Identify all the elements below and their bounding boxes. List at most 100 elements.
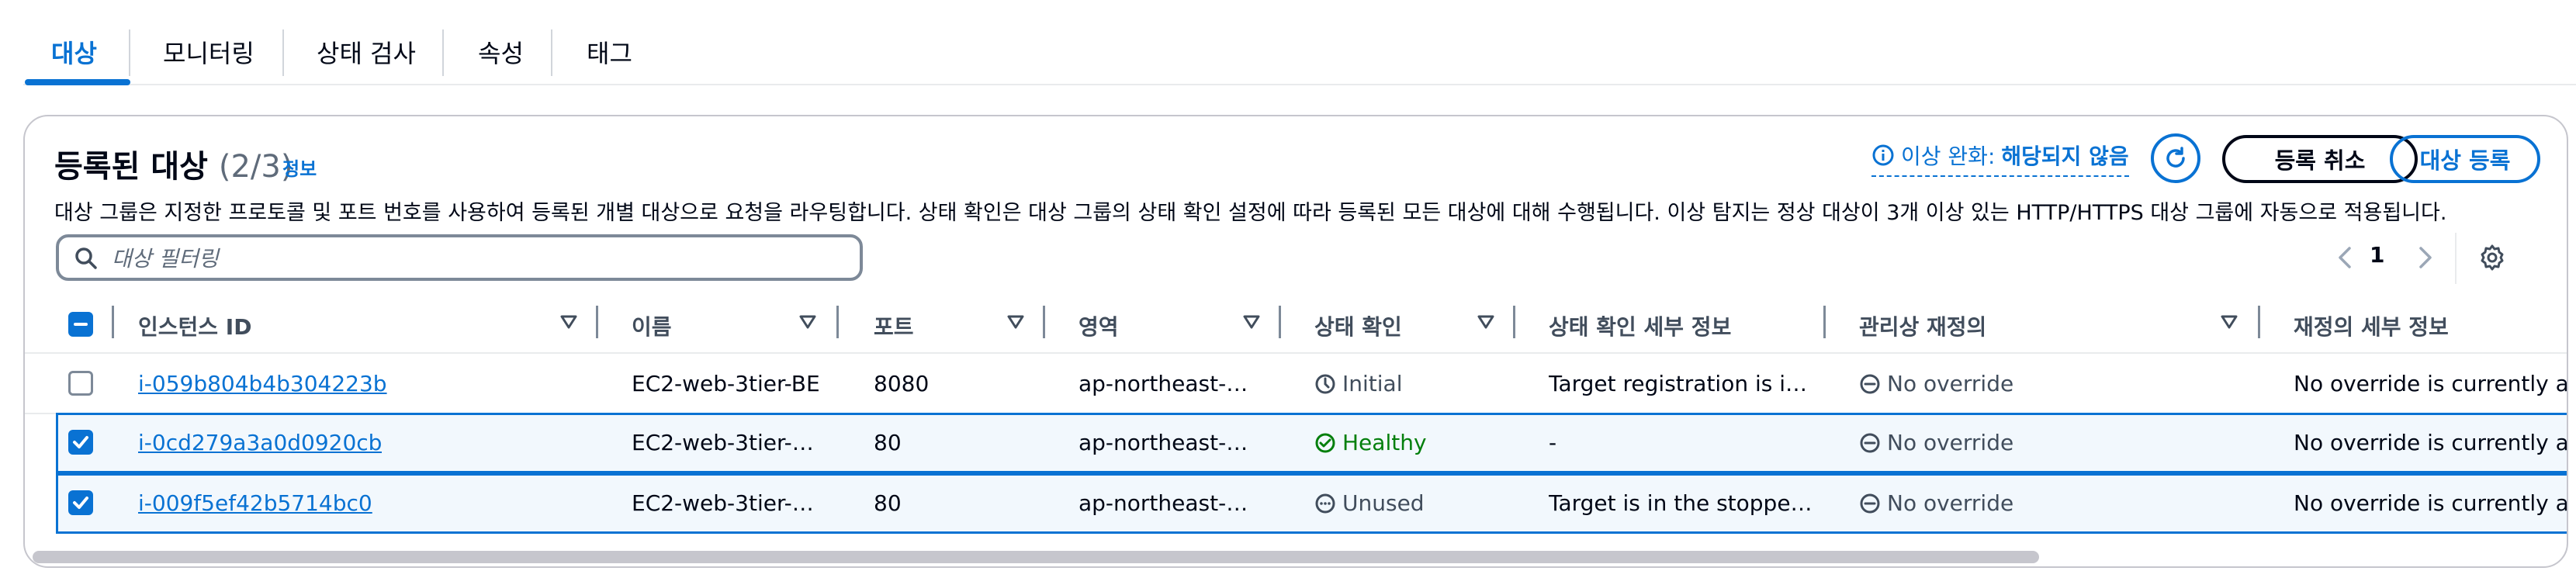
admin-override: No override bbox=[1859, 490, 2013, 516]
column-divider bbox=[1823, 306, 1826, 338]
check-icon bbox=[73, 436, 88, 448]
column-divider bbox=[1279, 306, 1281, 338]
column-divider bbox=[2258, 306, 2260, 338]
select-all-checkbox[interactable] bbox=[68, 312, 93, 337]
sort-icon[interactable] bbox=[799, 313, 816, 330]
admin-override-text: No override bbox=[1887, 490, 2014, 516]
sort-icon[interactable] bbox=[560, 313, 577, 330]
target-name: EC2-web-3tier-… bbox=[632, 430, 814, 455]
health-detail: Target registration is i… bbox=[1549, 371, 1808, 396]
panel-title: 등록된 대상 (2/3) bbox=[54, 141, 293, 186]
sort-icon[interactable] bbox=[1243, 313, 1260, 330]
column-divider bbox=[112, 306, 114, 338]
registered-targets-panel: 등록된 대상 (2/3) 정보 대상 그룹은 지정한 프로토콜 및 포트 번호를… bbox=[23, 115, 2568, 568]
target-zone: ap-northeast-… bbox=[1079, 371, 1248, 396]
override-detail: No override is currently ac bbox=[2294, 490, 2568, 516]
anomaly-label: 이상 완화: bbox=[1901, 144, 1996, 169]
health-detail: Target is in the stoppe… bbox=[1549, 490, 1813, 516]
health-status: Unused bbox=[1314, 490, 1425, 516]
table-row[interactable]: i-009f5ef42b5714bc0 EC2-web-3tier-… 80 a… bbox=[56, 473, 2567, 534]
active-tab-indicator bbox=[25, 79, 130, 85]
health-status-text: Unused bbox=[1342, 490, 1425, 516]
health-status: Healthy bbox=[1314, 430, 1427, 455]
row-checkbox[interactable] bbox=[68, 430, 93, 455]
sort-icon[interactable] bbox=[1477, 313, 1494, 330]
register-targets-button[interactable]: 대상 등록 bbox=[2390, 135, 2540, 183]
target-port: 80 bbox=[874, 490, 902, 516]
tab-health-checks[interactable]: 상태 검사 bbox=[317, 34, 416, 70]
column-header-instance-id[interactable]: 인스턴스 ID bbox=[138, 310, 251, 341]
table-header: 인스턴스 ID 이름 포트 영역 상태 확인 상태 확인 세부 정보 관리상 재… bbox=[25, 293, 2567, 354]
tab-bar-divider bbox=[23, 84, 2576, 85]
minus-circle-icon bbox=[1860, 374, 1880, 393]
health-detail: - bbox=[1549, 430, 1557, 455]
tab-monitoring[interactable]: 모니터링 bbox=[163, 34, 254, 70]
sort-icon[interactable] bbox=[1007, 313, 1024, 330]
instance-id-link[interactable]: i-0cd279a3a0d0920cb bbox=[138, 430, 382, 455]
check-icon bbox=[73, 497, 88, 509]
tab-targets[interactable]: 대상 bbox=[51, 34, 97, 70]
target-zone: ap-northeast-… bbox=[1079, 430, 1248, 455]
tab-bar: 대상 모니터링 상태 검사 속성 태그 bbox=[23, 0, 2576, 87]
ellipsis-circle-icon bbox=[1315, 493, 1335, 513]
previous-page-button[interactable] bbox=[2337, 241, 2353, 275]
refresh-icon bbox=[2166, 147, 2185, 168]
horizontal-scrollbar[interactable] bbox=[33, 551, 2039, 563]
table-row[interactable]: i-059b804b4b304223b EC2-web-3tier-BE 808… bbox=[25, 354, 2567, 414]
chevron-left-icon bbox=[2339, 247, 2351, 268]
column-header-port[interactable]: 포트 bbox=[874, 310, 914, 341]
target-name: EC2-web-3tier-… bbox=[632, 490, 814, 516]
filter-search-box[interactable] bbox=[56, 234, 863, 281]
admin-override: No override bbox=[1859, 430, 2013, 455]
health-status: Initial bbox=[1314, 371, 1402, 396]
column-divider bbox=[1043, 306, 1045, 338]
gear-icon bbox=[2481, 244, 2504, 271]
tab-attributes[interactable]: 속성 bbox=[478, 34, 524, 70]
panel-title-text: 등록된 대상 bbox=[54, 149, 208, 185]
column-header-zone[interactable]: 영역 bbox=[1079, 310, 1119, 341]
panel-description: 대상 그룹은 지정한 프로토콜 및 포트 번호를 사용하여 등록된 개별 대상으… bbox=[54, 201, 2447, 225]
pager-divider bbox=[2455, 233, 2457, 284]
health-status-text: Initial bbox=[1342, 371, 1403, 396]
tab-separator bbox=[551, 29, 552, 76]
override-detail: No override is currently ac bbox=[2294, 371, 2568, 396]
target-port: 80 bbox=[874, 430, 902, 455]
table-settings-button[interactable] bbox=[2478, 244, 2506, 275]
column-header-name[interactable]: 이름 bbox=[632, 310, 672, 341]
admin-override-text: No override bbox=[1887, 371, 2014, 396]
next-page-button[interactable] bbox=[2418, 241, 2433, 275]
column-divider bbox=[1513, 306, 1515, 338]
clock-icon bbox=[1315, 374, 1335, 393]
row-checkbox[interactable] bbox=[68, 490, 93, 515]
row-checkbox[interactable] bbox=[68, 371, 93, 396]
column-divider bbox=[596, 306, 598, 338]
chevron-right-icon bbox=[2419, 247, 2432, 268]
instance-id-link[interactable]: i-009f5ef42b5714bc0 bbox=[138, 490, 372, 516]
current-page-number[interactable]: 1 bbox=[2370, 242, 2384, 268]
sort-icon[interactable] bbox=[2221, 313, 2238, 330]
tab-tags[interactable]: 태그 bbox=[587, 34, 632, 70]
admin-override-text: No override bbox=[1887, 430, 2014, 455]
tab-separator bbox=[282, 29, 284, 76]
column-header-health-details[interactable]: 상태 확인 세부 정보 bbox=[1549, 310, 1731, 341]
tab-separator bbox=[129, 29, 130, 76]
anomaly-mitigation-link[interactable]: 이상 완화: 해당되지 않음 bbox=[1871, 138, 2129, 177]
health-status-text: Healthy bbox=[1342, 430, 1427, 455]
column-header-override-details[interactable]: 재정의 세부 정보 bbox=[2294, 310, 2449, 341]
minus-circle-icon bbox=[1860, 433, 1880, 452]
target-name: EC2-web-3tier-BE bbox=[632, 371, 820, 396]
instance-id-link[interactable]: i-059b804b4b304223b bbox=[138, 371, 387, 396]
search-icon bbox=[75, 247, 97, 269]
column-header-health-status[interactable]: 상태 확인 bbox=[1314, 310, 1402, 341]
info-link[interactable]: 정보 bbox=[282, 154, 317, 181]
column-header-admin-override[interactable]: 관리상 재정의 bbox=[1859, 310, 1986, 341]
deregister-button[interactable]: 등록 취소 bbox=[2222, 135, 2418, 183]
table-row[interactable]: i-0cd279a3a0d0920cb EC2-web-3tier-… 80 a… bbox=[56, 413, 2567, 473]
anomaly-value: 해당되지 않음 bbox=[2001, 144, 2129, 169]
indeterminate-icon bbox=[74, 323, 88, 326]
target-port: 8080 bbox=[874, 371, 930, 396]
column-divider bbox=[836, 306, 839, 338]
filter-input[interactable] bbox=[110, 242, 843, 275]
target-zone: ap-northeast-… bbox=[1079, 490, 1248, 516]
refresh-button[interactable] bbox=[2151, 133, 2200, 183]
